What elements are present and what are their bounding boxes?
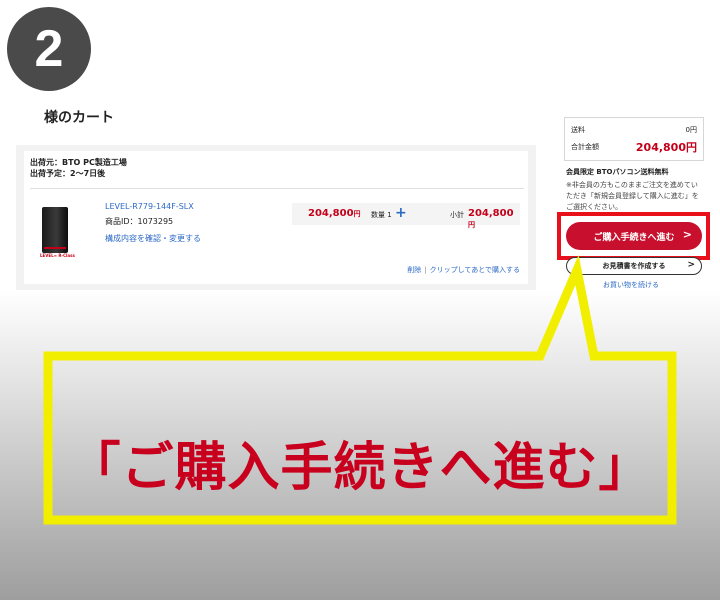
- callout-text: 「ご購入手続きへ進む」: [68, 438, 652, 497]
